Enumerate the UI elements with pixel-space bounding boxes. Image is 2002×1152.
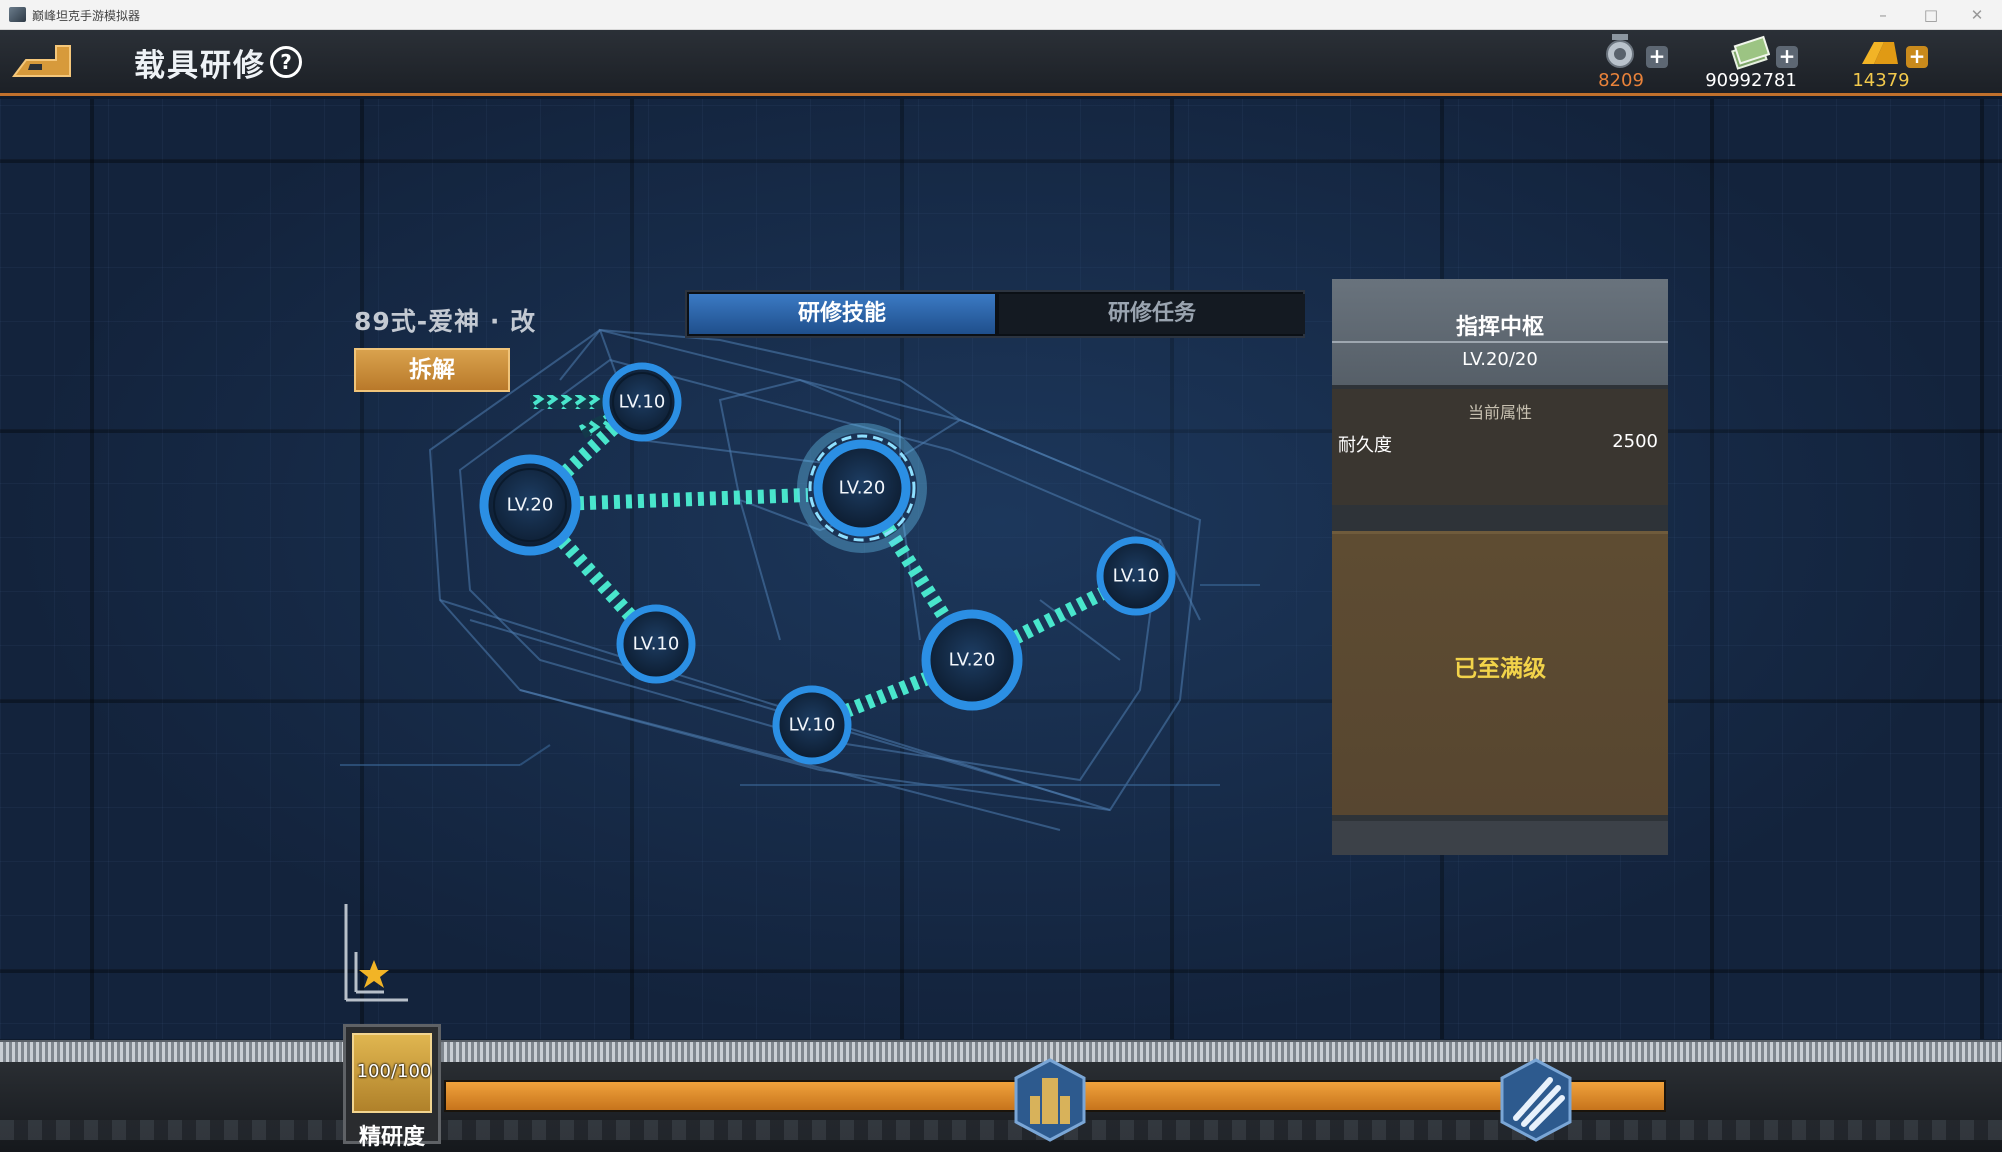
skill-node[interactable]: LV.20 xyxy=(921,609,1023,711)
skill-node-label: LV.10 xyxy=(633,634,680,655)
skill-node[interactable]: LV.10 xyxy=(602,362,682,442)
skill-node[interactable]: LV.10 xyxy=(772,685,852,765)
panel-divider xyxy=(1332,341,1668,343)
vehicle-name: 89式-爱神 · 改 xyxy=(354,307,537,336)
tower-icon[interactable] xyxy=(1012,1058,1088,1142)
tab-bar: 研修技能 研修任务 xyxy=(685,290,1305,338)
dismantle-button[interactable]: 拆解 xyxy=(354,348,510,392)
attribute-name: 耐久度 xyxy=(1338,435,1392,456)
mastery-badge[interactable]: 100/100 精研度 xyxy=(343,1024,441,1150)
skill-node-label: LV.20 xyxy=(507,495,554,516)
attribute-section: 当前属性 耐久度 2500 xyxy=(1332,389,1668,505)
mastery-value: 100/100 xyxy=(356,1061,432,1082)
skill-info-panel: 指挥中枢 LV.20/20 当前属性 耐久度 2500 已至满级 xyxy=(1332,279,1668,855)
skill-node-label: LV.10 xyxy=(789,715,836,736)
skill-node[interactable]: LV.10 xyxy=(1096,536,1176,616)
panel-header: 指挥中枢 LV.20/20 xyxy=(1332,279,1668,385)
max-level-text: 已至满级 xyxy=(1454,656,1546,682)
mastery-emblem: 100/100 xyxy=(352,1033,432,1113)
skill-tree-canvas: LV.10 LV.20 LV.20 LV.10 LV.10 LV.20 LV.1… xyxy=(340,328,1260,831)
panel-level: LV.20/20 xyxy=(1462,349,1538,370)
max-level-section: 已至满级 xyxy=(1332,531,1668,815)
panel-title: 指挥中枢 xyxy=(1455,315,1544,340)
claw-icon[interactable] xyxy=(1498,1058,1574,1142)
attribute-header: 当前属性 xyxy=(1467,403,1532,422)
skill-node-label: LV.20 xyxy=(949,650,996,671)
tab-tasks[interactable]: 研修任务 xyxy=(999,294,1305,334)
tab-skills[interactable]: 研修技能 xyxy=(689,294,995,334)
mastery-label: 精研度 xyxy=(358,1125,425,1150)
attribute-value: 2500 xyxy=(1612,431,1658,452)
skill-node[interactable]: LV.20 xyxy=(479,454,581,556)
panel-footer xyxy=(1332,821,1668,855)
skill-node-label: LV.10 xyxy=(1113,566,1160,587)
skill-node-label: LV.20 xyxy=(839,478,886,499)
skill-node[interactable]: LV.10 xyxy=(616,604,696,684)
skill-node-label: LV.10 xyxy=(619,392,666,413)
skill-node-selected[interactable]: LV.20 xyxy=(797,423,927,553)
bottom-rail xyxy=(0,1040,2002,1062)
star-rank-icon xyxy=(344,904,408,1002)
